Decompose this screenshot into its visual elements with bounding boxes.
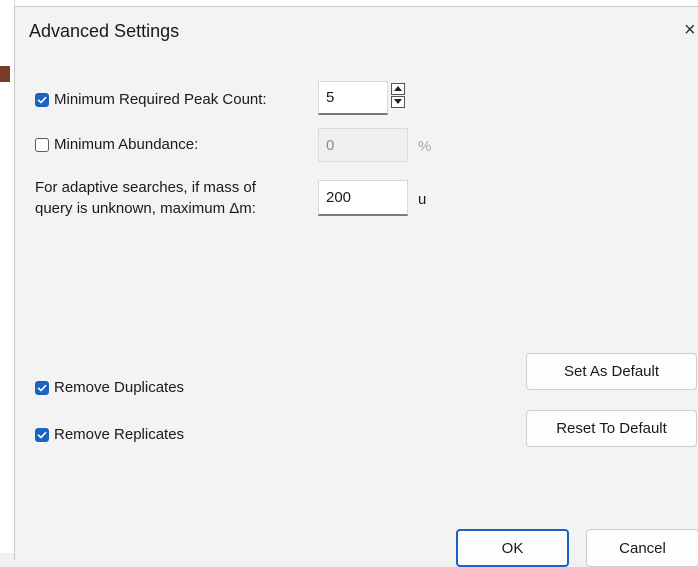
background-window-edge — [0, 0, 15, 553]
remove-duplicates-checkbox[interactable] — [35, 380, 49, 395]
arrow-up-icon — [394, 86, 402, 91]
max-delta-m-input[interactable]: 200 — [318, 180, 408, 216]
spin-up-button[interactable] — [391, 83, 405, 95]
remove-duplicates-row: Remove Duplicates — [35, 379, 184, 396]
checkmark-icon — [37, 431, 47, 438]
remove-replicates-row: Remove Replicates — [35, 426, 184, 443]
max-delta-m-unit: u — [418, 191, 427, 208]
reset-to-default-button[interactable]: Reset To Default — [526, 410, 697, 447]
min-abundance-checkbox[interactable] — [35, 137, 49, 152]
min-peak-count-spinner — [391, 83, 405, 108]
set-as-default-button[interactable]: Set As Default — [526, 353, 697, 390]
remove-replicates-checkbox[interactable] — [35, 427, 49, 442]
spin-down-button[interactable] — [391, 96, 405, 108]
cancel-button[interactable]: Cancel — [586, 529, 698, 567]
ok-button[interactable]: OK — [456, 529, 569, 567]
close-icon[interactable]: × — [684, 19, 696, 42]
adaptive-search-label-line2: query is unknown, maximum Δm: — [35, 200, 256, 217]
remove-replicates-label: Remove Replicates — [54, 426, 185, 443]
checkmark-icon — [37, 384, 47, 391]
adaptive-search-label: For adaptive searches, if mass of query … — [35, 177, 335, 219]
min-peak-count-checkbox[interactable] — [35, 92, 49, 107]
min-abundance-input[interactable]: 0 — [318, 128, 408, 162]
adaptive-search-label-line1: For adaptive searches, if mass of — [35, 179, 256, 196]
remove-duplicates-label: Remove Duplicates — [54, 379, 185, 396]
background-accent — [0, 66, 10, 82]
min-peak-count-input[interactable]: 5 — [318, 81, 388, 115]
checkmark-icon — [37, 96, 47, 103]
advanced-settings-dialog: Advanced Settings × Minimum Required Pea… — [14, 6, 698, 567]
min-peak-count-label: Minimum Required Peak Count: — [54, 91, 267, 108]
min-abundance-row: Minimum Abundance: — [35, 136, 198, 153]
min-abundance-label: Minimum Abundance: — [54, 136, 199, 153]
dialog-title: Advanced Settings — [29, 21, 180, 41]
min-peak-count-row: Minimum Required Peak Count: — [35, 91, 267, 108]
arrow-down-icon — [394, 99, 402, 104]
min-abundance-unit: % — [418, 138, 432, 155]
